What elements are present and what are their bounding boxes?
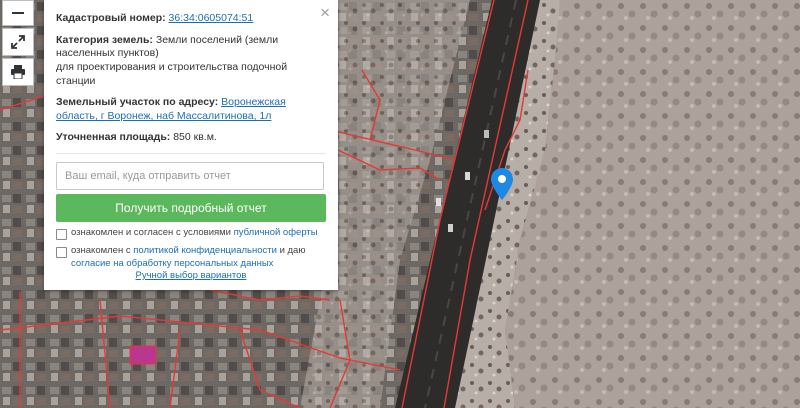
map-pin-icon[interactable] <box>491 168 513 200</box>
fullscreen-button[interactable] <box>2 28 34 56</box>
map-controls <box>2 0 36 86</box>
area-row: Уточненная площадь: 850 кв.м. <box>56 131 326 145</box>
area-label: Уточненная площадь: <box>56 131 171 144</box>
cadastral-label: Кадастровый номер: <box>56 12 166 24</box>
manual-select-row: Ручной выбор вариантов <box>44 270 338 282</box>
minus-icon <box>12 12 24 14</box>
consent-privacy-prefix: ознакомлен с <box>71 245 131 257</box>
get-report-button[interactable]: Получить подробный отчет <box>56 194 326 223</box>
consent-offer-prefix: ознакомлен и согласен с условиями <box>71 227 231 239</box>
privacy-policy-link[interactable]: политикой конфиденциальности <box>133 245 277 256</box>
address-label: Земельный участок по адресу: <box>56 96 219 109</box>
consent-privacy-checkbox[interactable] <box>56 247 67 259</box>
data-processing-link[interactable]: согласие на обработку персональных данны… <box>71 258 273 269</box>
close-icon[interactable]: × <box>320 4 330 21</box>
consent-privacy-middle: и даю <box>279 245 306 257</box>
parcel-info-popup: × Кадастровый номер: 36:34:0605074:51 Ка… <box>44 0 338 290</box>
category-purpose: для проектирования и строительства подоч… <box>56 60 288 87</box>
print-button[interactable] <box>2 58 34 86</box>
consent-privacy-row: ознакомлен с политикой конфиденциальност… <box>56 245 326 271</box>
cadastral-number-link[interactable]: 36:34:0605074:51 <box>169 12 254 24</box>
email-input[interactable] <box>56 162 324 191</box>
address-row: Земельный участок по адресу: Воронежская… <box>56 96 326 123</box>
consent-privacy-text: ознакомлен с политикой конфиденциальност… <box>71 245 305 271</box>
category-row: Категория земель: Земли поселений (земли… <box>56 34 326 89</box>
consent-offer-text: ознакомлен и согласен с условиями публич… <box>71 227 318 240</box>
printer-icon <box>11 65 25 79</box>
divider <box>56 153 326 155</box>
public-offer-link[interactable]: публичной оферты <box>234 227 318 238</box>
consent-offer-row: ознакомлен и согласен с условиями публич… <box>56 227 326 241</box>
category-label: Категория земель: <box>56 33 153 46</box>
expand-icon <box>11 35 25 49</box>
zoom-out-button[interactable] <box>2 0 34 26</box>
cadastral-row: Кадастровый номер: 36:34:0605074:51 <box>56 12 326 26</box>
manual-select-link[interactable]: Ручной выбор вариантов <box>136 270 247 281</box>
area-value: 850 кв.м. <box>173 131 217 144</box>
consent-offer-checkbox[interactable] <box>56 229 67 241</box>
